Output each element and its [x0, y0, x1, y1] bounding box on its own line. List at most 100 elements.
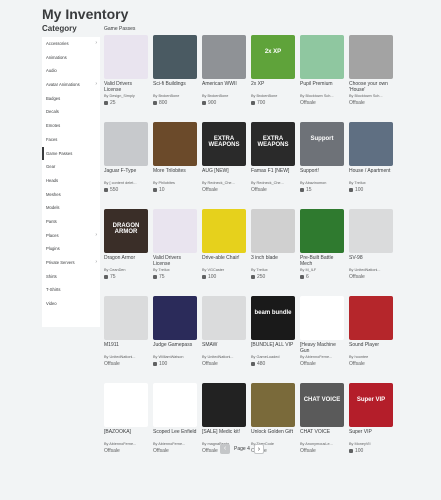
item-creator[interactable]: By Redneck_Che...	[202, 181, 246, 186]
item-card[interactable]: Choose your own 'House' By Blocktown Sch.…	[349, 35, 393, 106]
item-name[interactable]: Dragon Armor	[104, 255, 148, 267]
item-creator[interactable]: By UnitedNationi...	[202, 355, 246, 360]
sidebar-item-badges[interactable]: Badges	[42, 92, 100, 106]
sidebar-item-private-servers[interactable]: Private Servers ›	[42, 256, 100, 270]
item-card[interactable]: M1911 By UnitedNationi... Offsale	[104, 296, 148, 367]
license-card-icon[interactable]	[104, 35, 148, 79]
item-card[interactable]: House / Apartment By Treilux 100	[349, 122, 393, 193]
item-creator[interactable]: By GameLoaded	[251, 355, 295, 360]
extra-weapons-icon[interactable]: EXTRA WEAPONS	[251, 122, 295, 166]
item-name[interactable]: Drive-able Chair!	[202, 255, 246, 267]
sound-player-icon[interactable]	[349, 296, 393, 340]
item-card[interactable]: Pre-Built Battle Mech By M_ILF 6	[300, 209, 344, 280]
item-creator[interactable]: By AbiennoFerne...	[104, 442, 148, 447]
item-card[interactable]: 3 inch blade By Treilux 250	[251, 209, 295, 280]
item-name[interactable]: Sound Player	[349, 342, 393, 354]
item-creator[interactable]: By Abazinomon	[300, 181, 344, 186]
item-card[interactable]: [BAZOOKA] By AbiennoFerne... Offsale	[104, 383, 148, 454]
pistol-icon[interactable]	[104, 296, 148, 340]
sidebar-item-animations[interactable]: Animations	[42, 51, 100, 65]
item-creator[interactable]: By Treilux	[251, 268, 295, 273]
item-creator[interactable]: By UnitedNationi...	[104, 355, 148, 360]
wwii-buildings-icon[interactable]	[202, 35, 246, 79]
beam-bundle-icon[interactable]: beam bundle	[251, 296, 295, 340]
item-name[interactable]: Support!	[300, 168, 344, 180]
item-name[interactable]: [BAZOOKA]	[104, 429, 148, 441]
item-name[interactable]: House / Apartment	[349, 168, 393, 180]
chair-icon[interactable]	[202, 209, 246, 253]
item-card[interactable]: beam bundle [BUNDLE] ALL VIP By GameLoaded…	[251, 296, 295, 367]
item-creator[interactable]: By CeanDen	[104, 268, 148, 273]
dragon-armor-icon[interactable]: DRAGON ARMOR	[104, 209, 148, 253]
sidebar-item-accessories[interactable]: Accessories ›	[42, 37, 100, 51]
sidebar-item-heads[interactable]: Heads	[42, 174, 100, 188]
xp-icon[interactable]: 2x XP	[251, 35, 295, 79]
item-card[interactable]: Support Support! By Abazinomon 15	[300, 122, 344, 193]
item-name[interactable]: American WWII	[202, 81, 246, 93]
item-card[interactable]: SMAW By UnitedNationi... Offsale	[202, 296, 246, 367]
sidebar-item-gear[interactable]: Gear	[42, 160, 100, 174]
item-card[interactable]: Drive-able Chair! By VGCaster 100	[202, 209, 246, 280]
item-creator[interactable]: By AbiennoFerne...	[300, 355, 344, 360]
item-card[interactable]: Sound Player By hoontee Offsale	[349, 296, 393, 367]
rifle-icon[interactable]	[349, 209, 393, 253]
item-name[interactable]: AUG [NEW]	[202, 168, 246, 180]
item-name[interactable]: Pre-Built Battle Mech	[300, 255, 344, 267]
item-creator[interactable]: By [ content delet...	[104, 181, 148, 186]
prev-page-button[interactable]: ‹	[220, 444, 230, 454]
launcher-icon[interactable]	[202, 296, 246, 340]
item-creator[interactable]: By Design_Simply	[104, 94, 148, 99]
scifi-buildings-icon[interactable]	[153, 35, 197, 79]
item-creator[interactable]: By AnonymousLe...	[300, 442, 344, 447]
uk-flag-icon[interactable]	[300, 296, 344, 340]
item-name[interactable]: Valid Drivers License	[153, 255, 197, 267]
sidebar-item-avatar-animations[interactable]: Avatar Animations ›	[42, 78, 100, 92]
license-card-icon[interactable]	[153, 209, 197, 253]
item-name[interactable]: SV-98	[349, 255, 393, 267]
item-name[interactable]: CHAT VOICE	[300, 429, 344, 441]
item-creator[interactable]: By UnitedNationi...	[349, 268, 393, 273]
sidebar-item-faces[interactable]: Faces	[42, 133, 100, 147]
item-name[interactable]: More Trilobites	[153, 168, 197, 180]
sidebar-item-pants[interactable]: Pants	[42, 215, 100, 229]
item-name[interactable]: Judge Gamepass	[153, 342, 197, 354]
item-creator[interactable]: By Redneck_Che...	[251, 181, 295, 186]
item-name[interactable]: SMAW	[202, 342, 246, 354]
mech-icon[interactable]	[300, 209, 344, 253]
sidebar-item-plugins[interactable]: Plugins	[42, 242, 100, 256]
sidebar-item-meshes[interactable]: Meshes	[42, 188, 100, 202]
item-creator[interactable]: By MoneyVII	[349, 442, 393, 447]
sidebar-item-video[interactable]: Video	[42, 297, 100, 311]
sidebar-item-places[interactable]: Places ›	[42, 229, 100, 243]
sidebar-item-t-shirts[interactable]: T-Shirts	[42, 283, 100, 297]
item-creator[interactable]: By M_ILF	[300, 268, 344, 273]
item-name[interactable]: Super VIP	[349, 429, 393, 441]
judge-icon[interactable]	[153, 296, 197, 340]
uk-flag-icon[interactable]	[153, 383, 197, 427]
support-icon[interactable]: Support	[300, 122, 344, 166]
premium-icon[interactable]	[300, 35, 344, 79]
sidebar-item-emotes[interactable]: Emotes	[42, 119, 100, 133]
item-name[interactable]: Choose your own 'House'	[349, 81, 393, 93]
sidebar-item-models[interactable]: Models	[42, 201, 100, 215]
item-card[interactable]: Pupil Premium By Blocktown Sch... Offsale	[300, 35, 344, 106]
item-card[interactable]: [Heavy Machine Gun By AbiennoFerne... Offs…	[300, 296, 344, 367]
item-creator[interactable]: By Philobites	[153, 181, 197, 186]
item-card[interactable]: More Trilobites By Philobites 10	[153, 122, 197, 193]
golden-gift-icon[interactable]	[251, 383, 295, 427]
item-creator[interactable]: By WilliamWatson	[153, 355, 197, 360]
item-card[interactable]: DRAGON ARMOR Dragon Armor By CeanDen 75	[104, 209, 148, 280]
item-name[interactable]: [BUNDLE] ALL VIP	[251, 342, 295, 354]
item-creator[interactable]: By BrokenBone	[251, 94, 295, 99]
next-page-button[interactable]: ›	[253, 444, 264, 454]
item-name[interactable]: Famas F1 [NEW]	[251, 168, 295, 180]
item-name[interactable]: Scoped Lee Enfield	[153, 429, 197, 441]
sidebar-item-game-passes[interactable]: Game Passes	[42, 146, 100, 161]
item-creator[interactable]: By Blocktown Sch...	[300, 94, 344, 99]
item-card[interactable]: Valid Drivers License By Treilux 75	[153, 209, 197, 280]
item-name[interactable]: Jaguar F-Type	[104, 168, 148, 180]
item-card[interactable]: EXTRA WEAPONS Famas F1 [NEW] By Redneck_Ch…	[251, 122, 295, 193]
trilobite-icon[interactable]	[153, 122, 197, 166]
super-vip-icon[interactable]: Super VIP	[349, 383, 393, 427]
car-icon[interactable]	[104, 122, 148, 166]
